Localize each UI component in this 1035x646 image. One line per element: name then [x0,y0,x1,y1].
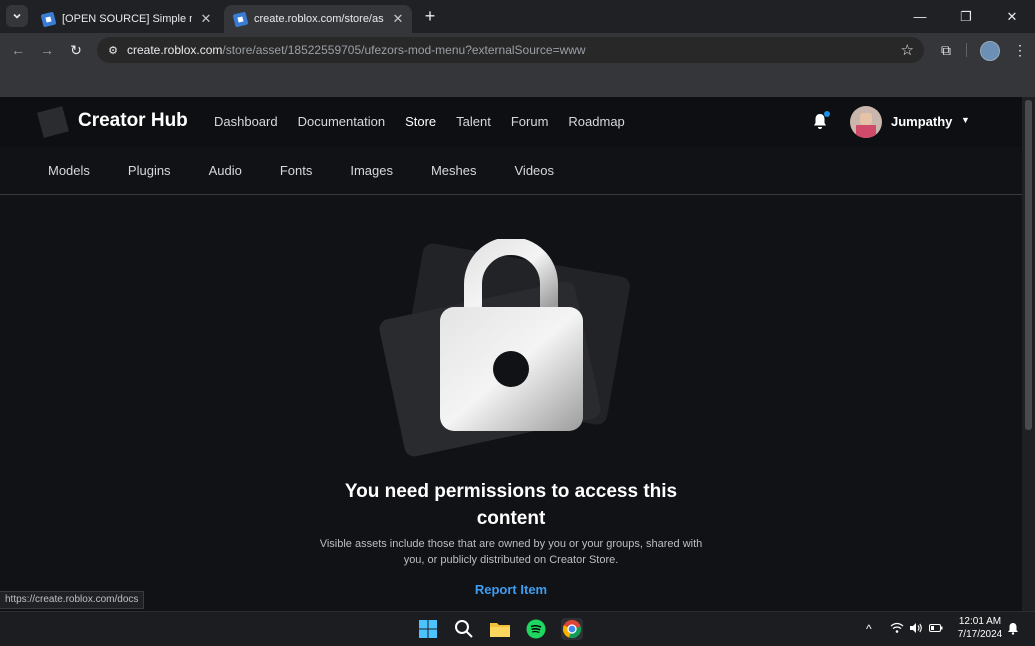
search-icon[interactable] [453,618,475,640]
scrollbar-thumb[interactable] [1025,100,1032,430]
address-bar[interactable]: ⚙ create.roblox.com/store/asset/18522559… [97,37,924,63]
close-icon[interactable]: ✕ [390,11,406,27]
report-item-link[interactable]: Report Item [475,582,547,597]
browser-tab-1[interactable]: [OPEN SOURCE] Simple mod m ✕ [32,5,220,33]
notification-dot [824,111,830,117]
extensions-puzzle-icon[interactable]: ⧉ [936,40,956,60]
category-plugins[interactable]: Plugins [128,163,171,178]
tab-title: create.roblox.com/store/asset/1 [254,13,384,25]
nav-forum[interactable]: Forum [511,114,549,129]
top-navigation: Dashboard Documentation Store Talent For… [214,114,625,129]
wifi-icon[interactable] [890,622,904,637]
back-arrow-icon[interactable]: ← [7,39,29,61]
avatar[interactable] [850,106,882,138]
file-explorer-icon[interactable] [489,618,511,640]
window-controls: — ❐ ✕ [897,0,1035,33]
site-settings-icon[interactable]: ⚙ [105,42,121,58]
volume-icon[interactable] [909,622,923,637]
nav-documentation[interactable]: Documentation [298,114,385,129]
username[interactable]: Jumpathy [891,114,952,129]
restore-icon[interactable]: ❐ [943,0,989,33]
kebab-menu-icon[interactable]: ⋮ [1010,40,1030,60]
roblox-favicon-icon [232,11,249,27]
roblox-logo-icon[interactable] [37,106,69,138]
nav-store[interactable]: Store [405,114,436,129]
account-caret-icon[interactable]: ▼ [961,115,970,125]
forward-arrow-icon[interactable]: → [36,39,58,61]
notification-center-bell-icon[interactable] [1007,622,1019,638]
tab-search-button[interactable] [6,5,28,27]
toolbar-divider [966,43,967,57]
bookmarks-bar [0,66,1035,97]
category-images[interactable]: Images [350,163,393,178]
bookmark-star-icon[interactable]: ☆ [901,41,914,59]
reload-icon[interactable]: ↻ [65,39,87,61]
creator-hub-header: Creator Hub Dashboard Documentation Stor… [0,97,1022,147]
spotify-icon[interactable] [525,618,547,640]
nav-talent[interactable]: Talent [456,114,491,129]
report-link-row: Report Item [0,582,1022,597]
avatar-face [860,113,872,125]
minimize-icon[interactable]: — [897,0,943,33]
padlock-icon [440,239,583,431]
system-clock[interactable]: 12:01 AM 7/17/2024 [950,615,1010,641]
category-fonts[interactable]: Fonts [280,163,313,178]
close-window-icon[interactable]: ✕ [989,0,1035,33]
close-icon[interactable]: ✕ [198,11,214,27]
browser-profile-icon[interactable] [980,41,1000,61]
tab-title: [OPEN SOURCE] Simple mod m [62,13,192,25]
page-scrollbar[interactable] [1022,97,1035,611]
battery-icon[interactable] [929,622,943,636]
windows-start-icon[interactable] [417,618,439,640]
url-path: /store/asset/18522559705/ufezors-mod-men… [222,43,586,57]
chevron-down-icon [13,13,21,19]
locked-content-illustration [370,239,660,459]
url-text: create.roblox.com/store/asset/1852255970… [127,43,586,57]
url-host: create.roblox.com [127,43,223,57]
category-audio[interactable]: Audio [209,163,242,178]
avatar-body [856,125,876,138]
notifications-bell-icon[interactable] [812,111,830,131]
link-status-bubble: https://create.roblox.com/docs [0,591,145,609]
new-tab-icon[interactable]: + [420,6,440,26]
category-models[interactable]: Models [48,163,90,178]
store-category-nav: Models Plugins Audio Fonts Images Meshes… [0,147,1022,195]
chrome-icon[interactable] [561,618,583,640]
category-meshes[interactable]: Meshes [431,163,477,178]
clock-date: 7/17/2024 [957,629,1003,640]
web-page: Creator Hub Dashboard Documentation Stor… [0,97,1022,611]
permission-message-body: Visible assets include those that are ow… [319,538,703,566]
permission-message-title: You need permissions to access this cont… [344,481,678,529]
clock-time: 12:01 AM [958,616,1002,627]
nav-roadmap[interactable]: Roadmap [568,114,624,129]
brand-name[interactable]: Creator Hub [78,110,188,132]
browser-tab-2[interactable]: create.roblox.com/store/asset/1 ✕ [224,5,412,33]
show-hidden-icons-chevron-icon[interactable]: ^ [866,622,872,636]
category-videos[interactable]: Videos [515,163,555,178]
nav-dashboard[interactable]: Dashboard [214,114,278,129]
roblox-favicon-icon [40,11,57,27]
windows-taskbar: ^ 12:01 AM 7/17/2024 [0,611,1035,646]
browser-tab-bar: [OPEN SOURCE] Simple mod m ✕ create.robl… [0,0,1035,33]
